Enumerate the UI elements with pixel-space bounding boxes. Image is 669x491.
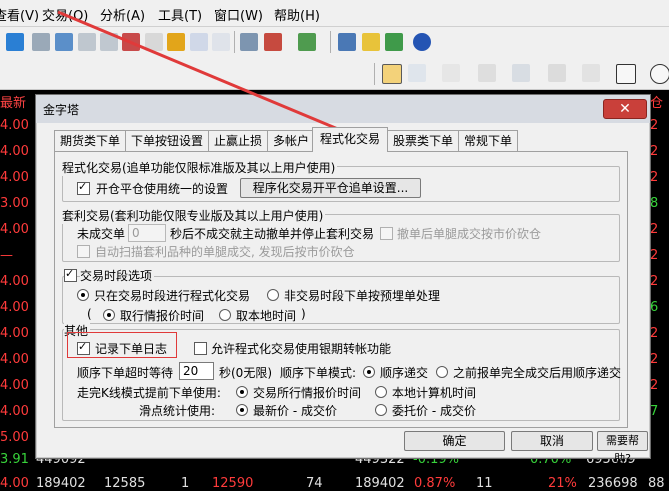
bank-transfer-label: 允许程式化交易使用银期转帐功能 (211, 342, 392, 356)
group-arbitrage-label: 套利交易(套利功能仅限专业版及其以上用户使用) (62, 207, 326, 224)
timeout-prefix-label: 顺序下单超时等待 (77, 366, 174, 380)
order-mode-label: 顺序下单模式: (280, 366, 357, 380)
line-icon[interactable] (408, 64, 426, 82)
tab-panel-program-trading: 程式化交易(追单功能仅限标准版及其以上用户使用) 开仓平仓使用统一的设置 程序化… (54, 151, 628, 428)
rect-icon[interactable] (616, 64, 636, 84)
cancel-button[interactable]: 取消 (511, 431, 593, 451)
fill-icon[interactable] (548, 64, 566, 82)
tab-program-trading[interactable]: 程式化交易 (312, 127, 388, 152)
tab-stop-profit-loss[interactable]: 止赢止损 (208, 130, 268, 151)
columns-icon[interactable] (478, 64, 496, 82)
mode-sequential-radio[interactable] (363, 366, 375, 378)
kline-advance-label: 走完K线模式提前下单使用: (77, 386, 221, 400)
unfilled-suffix-label: 秒后不成交就主动撤单并停止套利交易 (170, 227, 375, 241)
cancel-market-label: 撤单后单腿成交按市价砍仓 (397, 227, 542, 241)
slip-latest-label: 最新价 - 成交价 (253, 404, 337, 418)
dialog-title: 金字塔 (43, 103, 80, 117)
trend-icon[interactable] (512, 64, 530, 82)
annotation-highlight-box (67, 332, 177, 358)
exchange-time-label: 交易所行情报价时间 (253, 386, 362, 400)
menu-bar: 查看(V) 交易(O) 分析(A) 工具(T) 窗口(W) 帮助(H) (0, 0, 669, 27)
tab-order-button-settings[interactable]: 下单按钮设置 (125, 130, 209, 151)
auto-scan-checkbox[interactable] (77, 245, 90, 258)
program-open-close-settings-button[interactable]: 程序化交易开平仓追单设置... (240, 178, 421, 198)
non-session-prebook-label: 非交易时段下单按预埋单处理 (284, 289, 441, 303)
computer-time-label: 本地计算机时间 (392, 386, 477, 400)
tab-futures-order[interactable]: 期货类下单 (54, 130, 126, 151)
quote-column-right: 仓 2 2 2 8 2 2 2 6 2 2 2 7 (648, 90, 669, 491)
ellipse-icon[interactable] (650, 64, 669, 84)
auto-scan-label: 自动扫描套利品种的单腿成交, 发现后按市价砍仓 (95, 245, 355, 259)
local-time-radio[interactable] (219, 309, 231, 321)
unfilled-prefix-label: 未成交单 (77, 227, 126, 241)
drawing-toolbar (0, 59, 669, 90)
zoom-icon[interactable] (32, 33, 50, 51)
menu-view[interactable]: 查看(V) (0, 5, 39, 24)
unified-settings-label: 开仓平仓使用统一的设置 (96, 182, 229, 196)
dialog-titlebar[interactable]: 金字塔 ✕ (36, 95, 650, 123)
menu-trade[interactable]: 交易(O) (42, 5, 88, 24)
chart-icon[interactable] (240, 33, 258, 51)
slip-latest-radio[interactable] (236, 404, 248, 416)
record-icon[interactable] (122, 33, 140, 51)
list-icon[interactable] (264, 33, 282, 51)
unfilled-seconds-input[interactable]: 0 (128, 224, 166, 242)
monitor-icon[interactable] (338, 33, 356, 51)
session-sub-close-paren: ) (301, 307, 306, 321)
unified-settings-checkbox[interactable] (77, 180, 90, 195)
print-icon[interactable] (145, 33, 163, 51)
bank-transfer-checkbox[interactable] (194, 342, 207, 355)
main-toolbar (0, 27, 669, 59)
menu-help[interactable]: 帮助(H) (274, 5, 320, 24)
tool-icon[interactable] (385, 33, 403, 51)
group-program-trading-label: 程式化交易(追单功能仅限标准版及其以上用户使用) (62, 159, 338, 176)
function-icon[interactable] (190, 33, 208, 51)
computer-time-radio[interactable] (375, 386, 387, 398)
info-icon[interactable] (413, 33, 431, 51)
session-only-radio[interactable] (77, 289, 89, 301)
timeout-suffix-label: 秒(0无限) (219, 366, 272, 380)
tab-multi-account[interactable]: 多帐户 (267, 130, 315, 151)
quote-column-left: 最新 4.00 4.00 4.00 3.00 4.00 — 4.00 4.00 … (0, 90, 34, 491)
non-session-prebook-radio[interactable] (267, 289, 279, 301)
session-only-label: 只在交易时段进行程式化交易 (94, 289, 251, 303)
mode-after-fill-label: 之前报单完全成交后用顺序递交 (453, 366, 622, 380)
column-header-latest: 最新 (0, 96, 27, 111)
quote-time-radio[interactable] (103, 309, 115, 321)
layout-icon[interactable] (298, 33, 316, 51)
mode-sequential-label: 顺序递交 (380, 366, 429, 380)
trading-session-label: 交易时段选项 (80, 267, 155, 284)
tab-stock-order[interactable]: 股票类下单 (387, 130, 459, 151)
slippage-label: 滑点统计使用: (139, 404, 216, 418)
exchange-time-radio[interactable] (236, 386, 248, 398)
ok-button[interactable]: 确定 (404, 431, 505, 451)
cancel-market-checkbox[interactable] (380, 227, 393, 240)
help-button[interactable]: 需要帮助? (597, 431, 648, 465)
menu-analysis[interactable]: 分析(A) (100, 5, 145, 24)
menu-tools[interactable]: 工具(T) (158, 5, 202, 24)
edit-icon[interactable] (78, 33, 96, 51)
draw-icon[interactable] (382, 64, 402, 84)
document-icon[interactable] (212, 33, 230, 51)
grid-icon[interactable] (55, 33, 73, 51)
slip-order-radio[interactable] (375, 404, 387, 416)
sheet-icon[interactable] (100, 33, 118, 51)
mode-after-fill-radio[interactable] (436, 366, 448, 378)
tab-general-order[interactable]: 常规下单 (458, 130, 518, 151)
settings-dialog: 金字塔 ✕ 期货类下单 下单按钮设置 止赢止损 多帐户 程式化交易 股票类下单 … (35, 94, 651, 465)
move-icon[interactable] (6, 33, 24, 51)
local-time-label: 取本地时间 (236, 309, 297, 323)
session-sub-open-paren: ( (87, 307, 92, 321)
slip-order-label: 委托价 - 成交价 (392, 404, 476, 418)
warning-icon[interactable] (167, 33, 185, 51)
trading-session-checkbox[interactable] (64, 267, 77, 282)
timeout-seconds-input[interactable]: 20 (179, 362, 214, 380)
close-button[interactable]: ✕ (603, 99, 647, 119)
hatch-icon[interactable] (582, 64, 600, 82)
quote-time-label: 取行情报价时间 (120, 309, 205, 323)
menu-window[interactable]: 窗口(W) (214, 5, 263, 24)
note-icon[interactable] (362, 33, 380, 51)
text-icon[interactable] (442, 64, 460, 82)
